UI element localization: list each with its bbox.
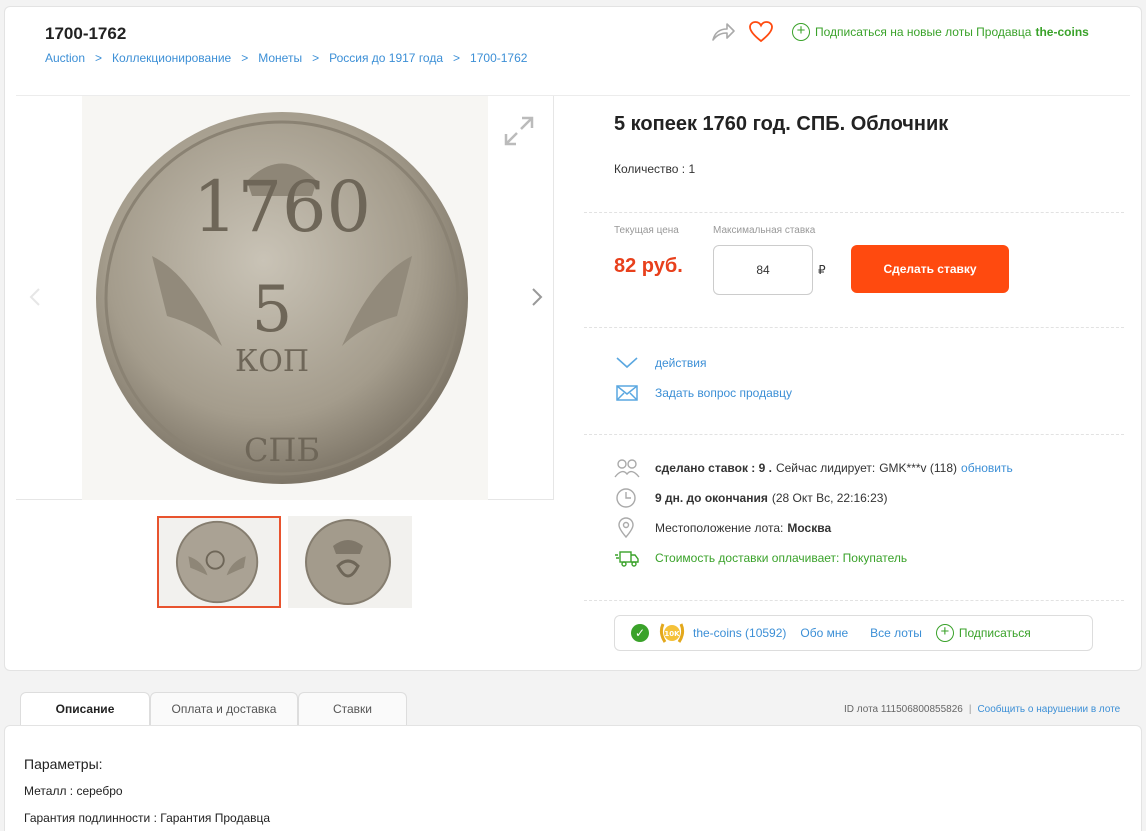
divider	[584, 327, 1124, 328]
plus-circle-icon: +	[792, 23, 810, 41]
params-title: Параметры:	[24, 756, 103, 772]
shipping-info: Стоимость доставки оплачивает: Покупател…	[614, 547, 907, 569]
subscribe-button[interactable]: + Подписаться	[935, 624, 1031, 642]
param-guarantee: Гарантия подлинности : Гарантия Продавца	[24, 811, 271, 825]
laurel-badge-icon: 10K	[659, 623, 685, 643]
time-left-info: 9 дн. до окончания (28 Окт Вс, 22:16:23)	[614, 487, 887, 509]
seller-name: the-coins	[1035, 25, 1089, 39]
lot-tabs: Описание Оплата и доставка Ставки	[20, 692, 407, 725]
breadcrumb-separator: >	[95, 51, 103, 65]
end-date: (28 Окт Вс, 22:16:23)	[771, 491, 888, 505]
verified-check-icon: ✓	[631, 624, 649, 642]
all-lots-link[interactable]: Все лоты	[870, 626, 922, 640]
heart-icon[interactable]	[748, 20, 774, 44]
tab-payment-delivery[interactable]: Оплата и доставка	[150, 692, 298, 725]
chevron-right-icon[interactable]	[528, 286, 546, 308]
divider	[584, 434, 1124, 435]
badge-label: 10K	[664, 630, 680, 638]
thumbnail-obverse[interactable]	[157, 516, 281, 608]
breadcrumb-item-auction[interactable]: Auction	[45, 51, 85, 65]
place-bid-button[interactable]: Сделать ставку	[851, 245, 1009, 293]
lot-id: ID лота 111506800855826	[844, 704, 963, 715]
chevron-down-icon	[616, 357, 638, 369]
current-price: 82 руб.	[614, 255, 683, 277]
thumbnail-reverse[interactable]	[288, 516, 412, 608]
expand-icon[interactable]	[502, 114, 536, 148]
breadcrumb: Auction > Коллекционирование > Монеты > …	[45, 51, 527, 65]
coin-year-text: 1760	[193, 166, 371, 248]
lot-title: 5 копеек 1760 год. СПБ. Облочник	[614, 113, 949, 135]
top-actions: + Подписаться на новые лоты Продавца the…	[710, 20, 1089, 44]
image-gallery: 1760 5 КОП СПБ	[16, 96, 554, 500]
breadcrumb-item-period[interactable]: 1700-1762	[470, 51, 527, 65]
share-icon[interactable]	[710, 20, 736, 44]
location-info: Местоположение лота: Москва	[614, 517, 831, 539]
ruble-sign: ₽	[818, 263, 826, 277]
bids-info: сделано ставок : 9 . Сейчас лидирует: GM…	[614, 457, 1013, 479]
tab-bids[interactable]: Ставки	[298, 692, 407, 725]
actions-label: действия	[655, 356, 707, 370]
plus-circle-icon: +	[935, 624, 954, 642]
breadcrumb-item-collecting[interactable]: Коллекционирование	[112, 51, 231, 65]
breadcrumb-item-coins[interactable]: Монеты	[258, 51, 302, 65]
breadcrumb-separator: >	[241, 51, 249, 65]
coin-mint-text: СПБ	[244, 431, 320, 469]
seller-profile-link[interactable]: the-coins (10592)	[693, 626, 786, 640]
breadcrumb-item-russia[interactable]: Россия до 1917 года	[329, 51, 443, 65]
coin-value-text: 5	[252, 273, 293, 347]
breadcrumb-separator: >	[312, 51, 320, 65]
envelope-icon	[616, 385, 638, 401]
users-icon	[614, 459, 640, 478]
report-violation-link[interactable]: Сообщить о нарушении в лоте	[977, 704, 1120, 715]
lot-id-bar: ID лота 111506800855826 | Сообщить о наруш…	[844, 704, 1120, 715]
shipping-text: Стоимость доставки оплачивает: Покупател…	[655, 551, 908, 565]
days-left: 9 дн. до окончания	[655, 491, 768, 505]
lot-quantity: Количество : 1	[614, 162, 696, 176]
about-seller-link[interactable]: Обо мне	[800, 626, 848, 640]
ask-seller-label: Задать вопрос продавцу	[655, 386, 793, 400]
leader-prefix: Сейчас лидирует:	[775, 461, 876, 475]
divider	[584, 212, 1124, 213]
refresh-link[interactable]: обновить	[961, 461, 1013, 475]
param-metal: Металл : серебро	[24, 784, 123, 798]
separator: |	[968, 704, 972, 715]
chevron-left-icon[interactable]	[26, 286, 44, 308]
actions-dropdown[interactable]: действия	[614, 352, 706, 374]
leader-name: GMK***v (118)	[879, 461, 958, 475]
truck-icon	[615, 551, 639, 567]
max-bid-input[interactable]	[713, 245, 813, 295]
clock-icon	[616, 488, 636, 508]
seller-box: ✓ 10K the-coins (10592) Обо мне Все лоты…	[614, 615, 1093, 651]
ask-seller-link[interactable]: Задать вопрос продавцу	[614, 382, 792, 404]
coin-unit-text: КОП	[235, 344, 309, 379]
subscribe-seller-link[interactable]: + Подписаться на новые лоты Продавца the…	[792, 23, 1089, 41]
max-bid-label: Максимальная ставка	[713, 225, 816, 236]
page-title: 1700-1762	[45, 24, 127, 43]
location-pin-icon	[618, 517, 634, 539]
subscribe-text: Подписаться на новые лоты Продавца	[815, 25, 1032, 39]
location-label: Местоположение лота:	[655, 521, 784, 535]
divider	[584, 600, 1124, 601]
subscribe-label: Подписаться	[958, 626, 1031, 640]
tab-description[interactable]: Описание	[20, 692, 150, 725]
breadcrumb-separator: >	[453, 51, 461, 65]
location-value: Москва	[787, 521, 832, 535]
bids-count: сделано ставок : 9 .	[655, 461, 772, 475]
coin-obverse-image[interactable]: 1760 5 КОП СПБ	[82, 96, 488, 500]
current-price-label: Текущая цена	[614, 225, 679, 236]
